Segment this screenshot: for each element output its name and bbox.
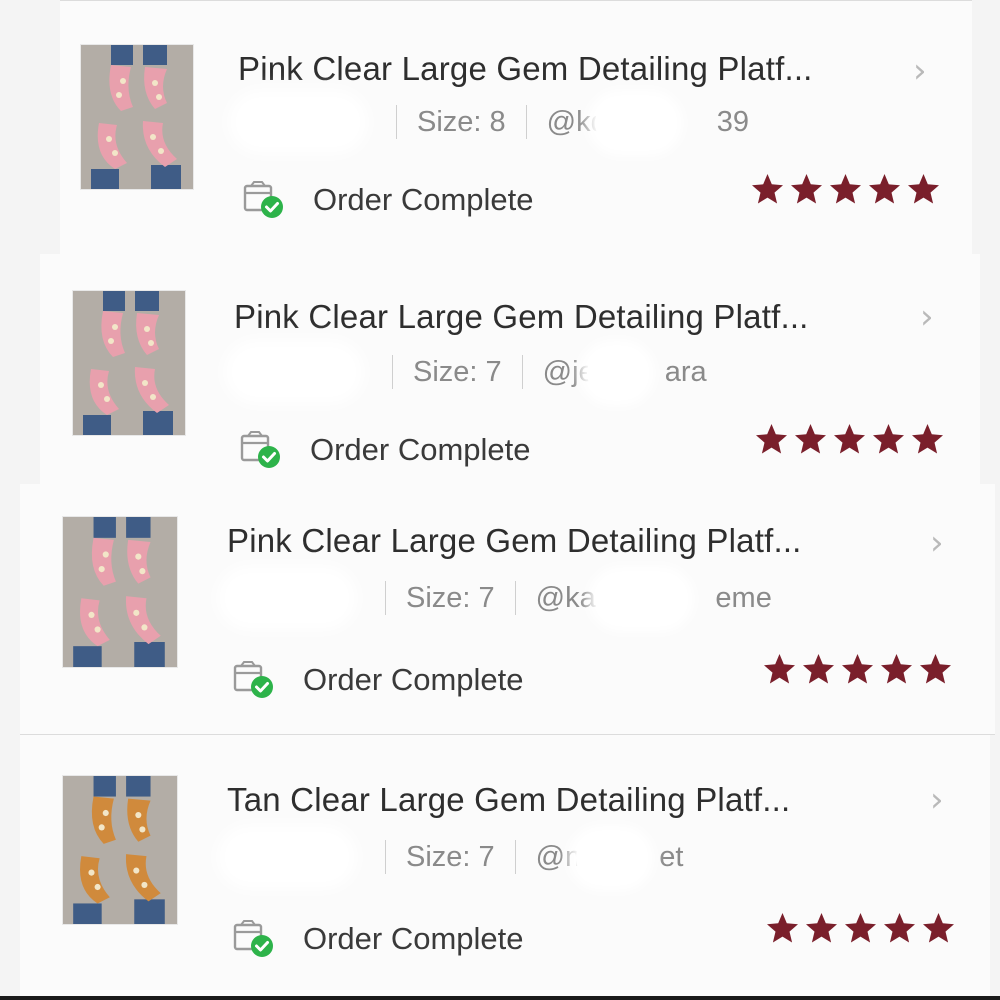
order-complete-icon <box>233 661 273 698</box>
order-status: Order Complete <box>243 180 534 220</box>
star-icon <box>834 424 865 454</box>
size-label: Size: 7 <box>413 355 502 388</box>
star-icon <box>764 654 795 684</box>
star-icon <box>791 174 822 204</box>
order-complete-icon <box>233 920 273 957</box>
product-title: Pink Clear Large Gem Detailing Platf... <box>227 522 802 559</box>
product-title: Pink Clear Large Gem Detailing Platf... <box>238 50 813 87</box>
sandal-image <box>73 291 185 435</box>
star-icon <box>920 654 951 684</box>
divider <box>385 840 386 874</box>
status-label: Order Complete <box>313 182 534 217</box>
star-icon <box>923 913 954 943</box>
product-thumbnail <box>80 44 194 190</box>
username[interactable]: @kar eme <box>535 573 772 624</box>
bottom-border <box>0 996 1000 1000</box>
star-icon <box>795 424 826 454</box>
username[interactable]: @je ara <box>543 347 707 398</box>
chevron-right-icon[interactable]: › <box>920 300 934 334</box>
order-meta: Size: 7 @m et <box>227 832 684 883</box>
username-start: @kar <box>535 581 606 614</box>
sandal-image <box>63 776 177 924</box>
order-status: Order Complete <box>233 919 524 959</box>
divider <box>514 581 516 615</box>
order-row[interactable]: Tan Clear Large Gem Detailing Platf... ›… <box>20 734 990 998</box>
product-thumbnail <box>62 775 178 925</box>
username[interactable]: @kd 39 <box>547 97 750 148</box>
size-label: Size: 8 <box>417 105 506 138</box>
star-icon <box>803 654 834 684</box>
sandal-image <box>81 45 193 189</box>
order-row[interactable]: Pink Clear Large Gem Detailing Platf... … <box>20 484 995 735</box>
redacted-name <box>227 576 347 620</box>
status-label: Order Complete <box>310 432 531 467</box>
rating-stars <box>754 422 945 457</box>
order-status: Order Complete <box>233 660 524 700</box>
redacted-name <box>227 835 347 879</box>
order-meta: Size: 7 @je ara <box>234 347 707 398</box>
star-icon <box>845 913 876 943</box>
rating-stars <box>765 911 956 946</box>
size-label: Size: 7 <box>406 581 495 614</box>
order-row[interactable]: Pink Clear Large Gem Detailing Platf... … <box>40 254 980 485</box>
chevron-right-icon[interactable]: › <box>930 526 944 560</box>
username-end: 39 <box>716 105 750 138</box>
star-icon <box>884 913 915 943</box>
star-icon <box>869 174 900 204</box>
username-end: eme <box>715 581 772 614</box>
product-title: Pink Clear Large Gem Detailing Platf... <box>234 298 809 335</box>
divider <box>514 840 516 874</box>
redacted-name <box>238 100 358 144</box>
star-icon <box>806 913 837 943</box>
divider <box>521 355 523 389</box>
sandal-image <box>63 517 177 667</box>
order-meta: Size: 8 @kd 39 <box>238 97 750 148</box>
star-icon <box>756 424 787 454</box>
size-label: Size: 7 <box>406 840 495 873</box>
divider <box>385 581 386 615</box>
product-title: Tan Clear Large Gem Detailing Platf... <box>227 781 791 818</box>
order-status: Order Complete <box>240 430 531 470</box>
status-label: Order Complete <box>303 662 524 697</box>
username-end: ara <box>664 355 707 388</box>
redacted-name <box>234 350 354 394</box>
star-icon <box>908 174 939 204</box>
star-icon <box>881 654 912 684</box>
username-end: et <box>659 840 684 873</box>
star-icon <box>912 424 943 454</box>
star-icon <box>830 174 861 204</box>
username[interactable]: @m et <box>536 832 684 883</box>
star-icon <box>873 424 904 454</box>
divider <box>392 355 393 389</box>
product-thumbnail <box>72 290 186 436</box>
rating-stars <box>762 652 953 687</box>
chevron-right-icon[interactable]: › <box>913 54 927 88</box>
rating-stars <box>750 172 941 207</box>
order-history-page: Pink Clear Large Gem Detailing Platf... … <box>0 0 1000 1000</box>
star-icon <box>767 913 798 943</box>
star-icon <box>752 174 783 204</box>
divider <box>396 105 397 139</box>
status-label: Order Complete <box>303 921 524 956</box>
divider <box>525 105 527 139</box>
star-icon <box>842 654 873 684</box>
order-row[interactable]: Pink Clear Large Gem Detailing Platf... … <box>60 0 972 255</box>
order-complete-icon <box>240 431 280 468</box>
chevron-right-icon[interactable]: › <box>930 783 944 817</box>
order-complete-icon <box>243 181 283 218</box>
order-meta: Size: 7 @kar eme <box>227 573 772 624</box>
product-thumbnail <box>62 516 178 668</box>
